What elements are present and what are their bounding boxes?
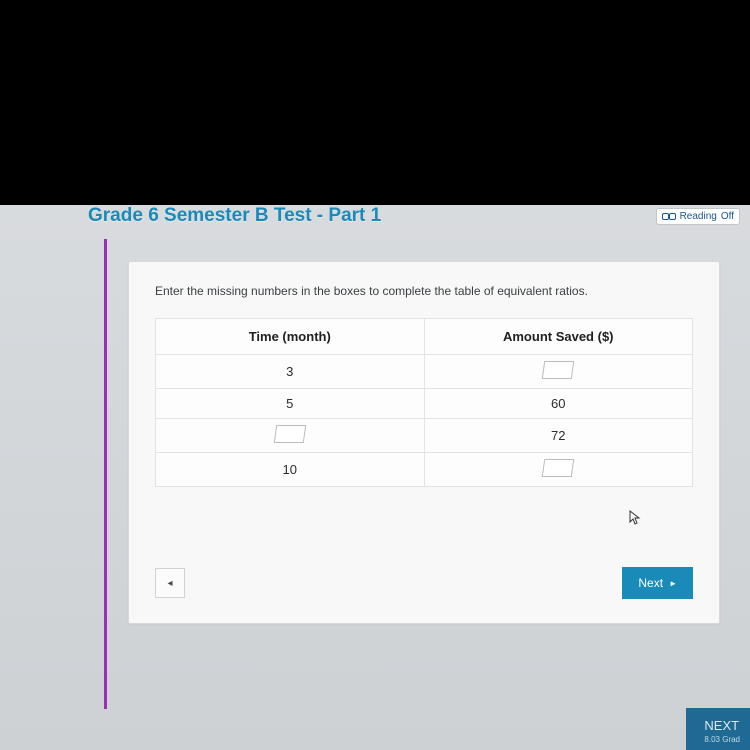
table-row: 3 <box>156 355 693 389</box>
title-bar: Grade 6 Semester B Test - Part 1 Reading… <box>0 205 750 235</box>
table-row: 10 <box>156 453 693 487</box>
reading-toggle[interactable]: Reading Off <box>656 208 740 225</box>
glasses-icon <box>662 212 676 220</box>
next-arrow-icon: ► <box>669 579 677 588</box>
progress-bar <box>104 239 107 709</box>
content-area: Grade 6 Semester B Test - Part 1 Reading… <box>0 205 750 750</box>
answer-input[interactable] <box>542 459 575 477</box>
cell-amount <box>424 355 693 389</box>
prev-button[interactable]: ◂ <box>155 568 185 598</box>
reading-label: Reading <box>680 211 717 222</box>
cell-amount: 72 <box>424 419 693 453</box>
nav-row: ◂ Next ► <box>155 567 693 599</box>
black-top-band <box>0 0 750 205</box>
ratio-table: Time (month) Amount Saved ($) 3 5 60 72 <box>155 318 693 487</box>
col-header-time: Time (month) <box>156 319 425 355</box>
reading-state: Off <box>721 211 734 222</box>
answer-input[interactable] <box>273 425 306 443</box>
next-label: Next <box>638 576 663 590</box>
cell-time <box>156 419 425 453</box>
page-title: Grade 6 Semester B Test - Part 1 <box>88 205 381 227</box>
question-card: Enter the missing numbers in the boxes t… <box>128 261 720 624</box>
cell-time: 5 <box>156 389 425 419</box>
prev-arrow-icon: ◂ <box>167 578 172 589</box>
cell-time: 3 <box>156 355 425 389</box>
cell-time: 10 <box>156 453 425 487</box>
next-button[interactable]: Next ► <box>622 567 693 599</box>
table-row: 72 <box>156 419 693 453</box>
cell-amount <box>424 453 693 487</box>
next-q-label: NEXT <box>704 718 739 733</box>
cursor-icon <box>629 510 641 526</box>
col-header-amount: Amount Saved ($) <box>424 319 693 355</box>
next-q-sub: 8.03 Grad <box>704 735 740 744</box>
answer-input[interactable] <box>542 361 575 379</box>
next-question-footer[interactable]: NEXT 8.03 Grad <box>686 708 750 750</box>
table-row: 5 60 <box>156 389 693 419</box>
question-prompt: Enter the missing numbers in the boxes t… <box>155 284 693 298</box>
cell-amount: 60 <box>424 389 693 419</box>
